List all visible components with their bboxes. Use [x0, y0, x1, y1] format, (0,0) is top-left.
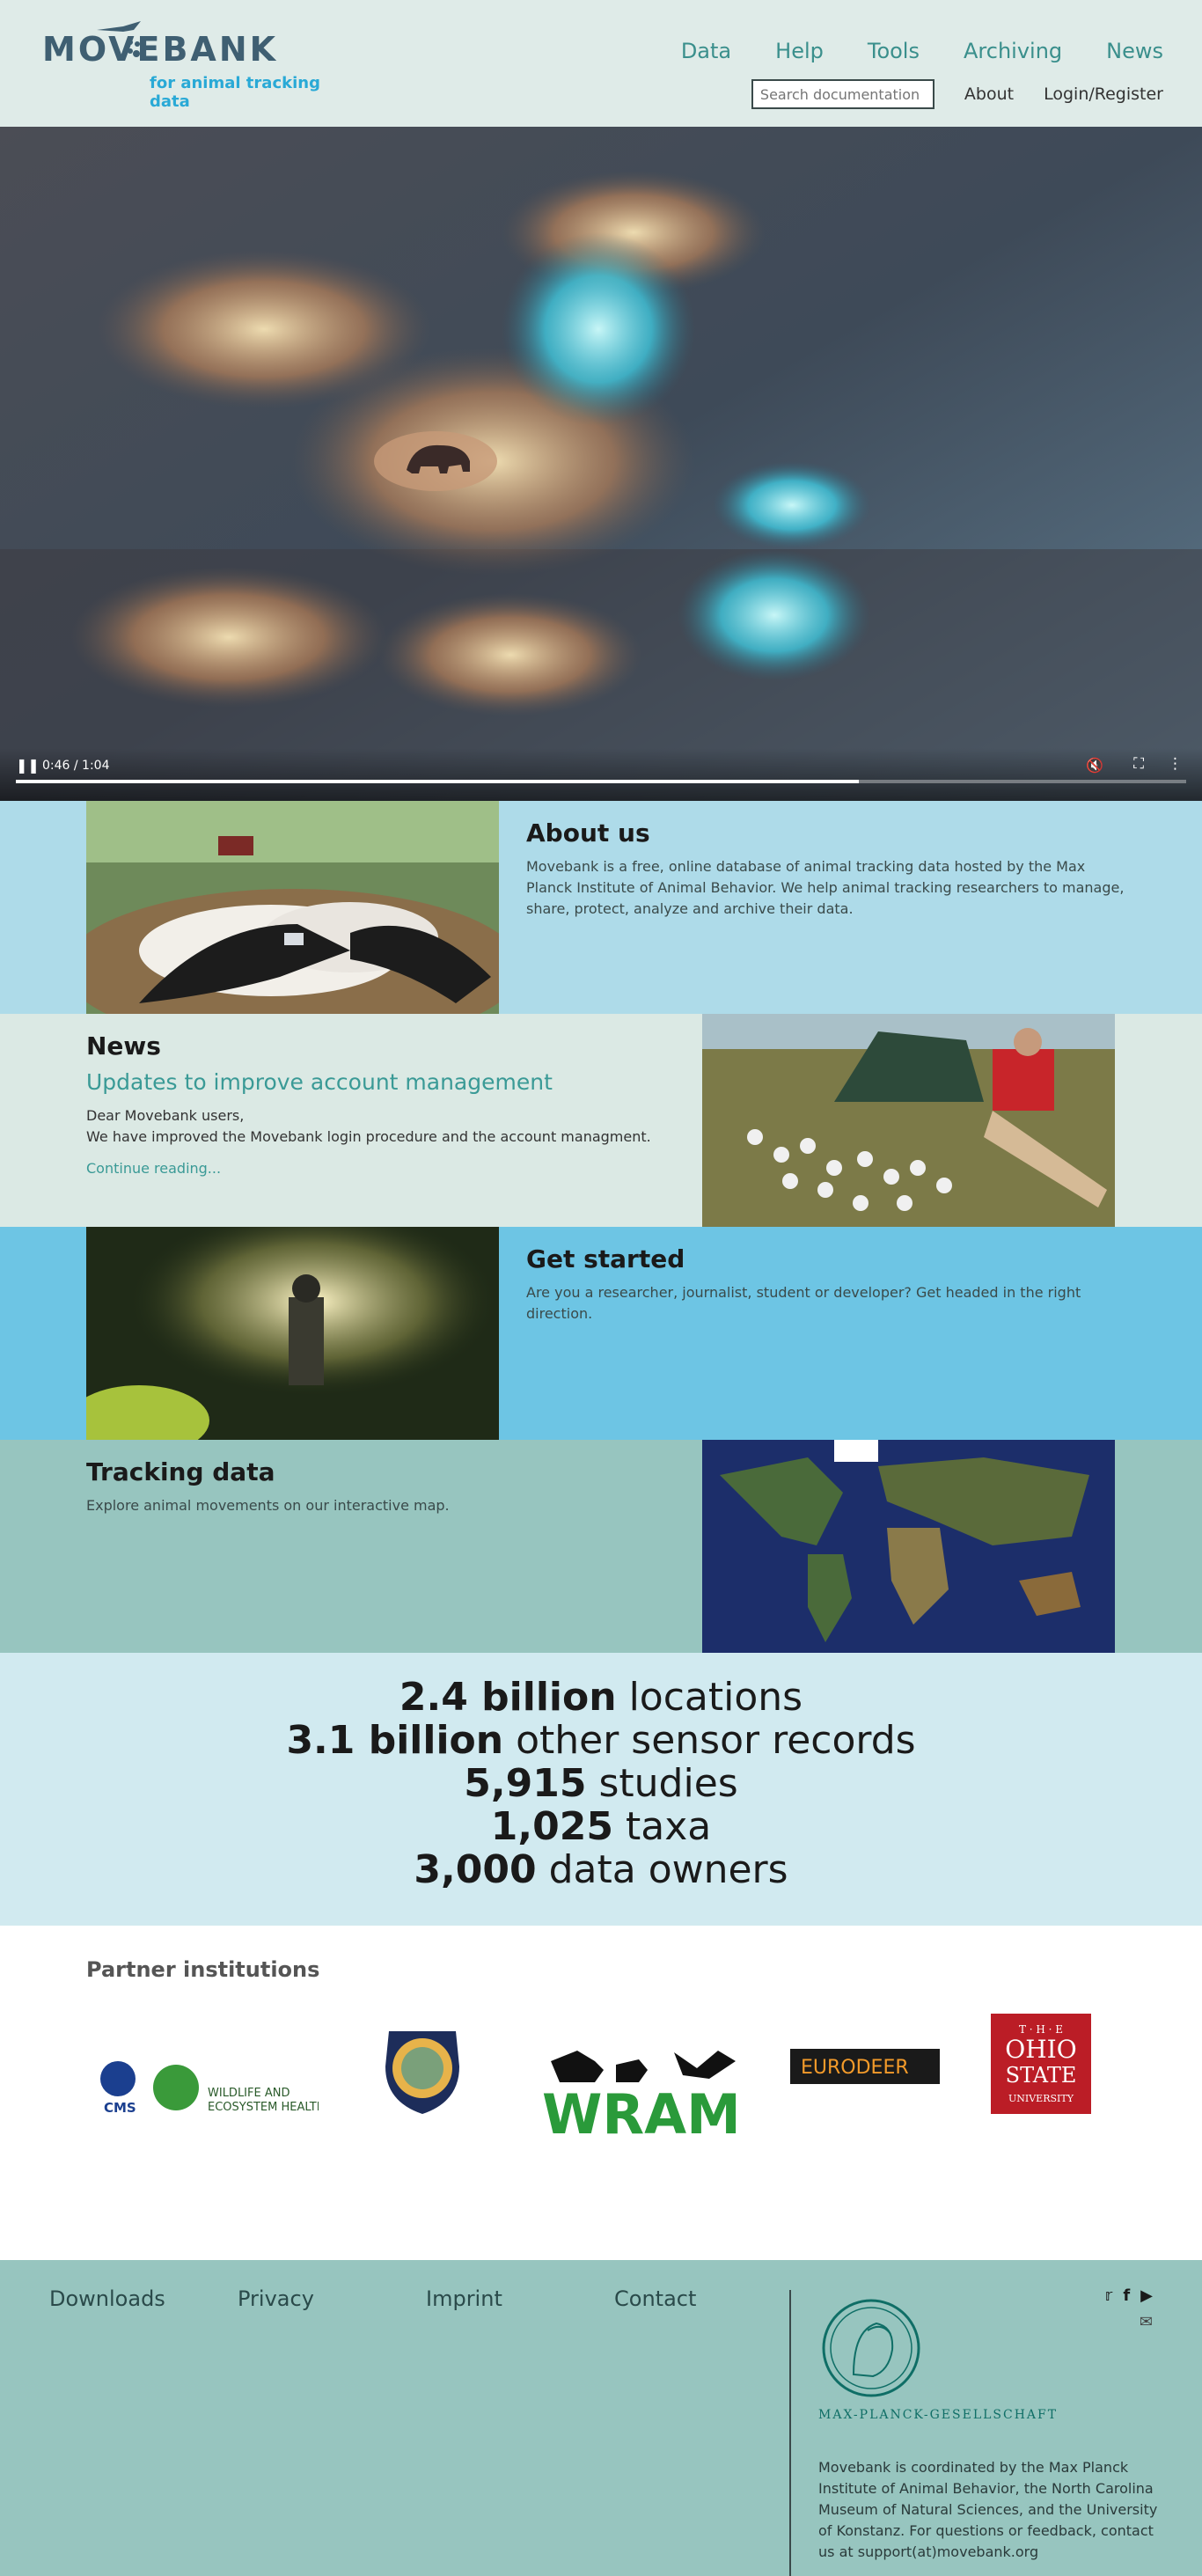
news-text: News Updates to improve account manageme…	[86, 1031, 667, 1177]
partner-ohio-state-logo[interactable]: T · H · E OHIO STATE UNIVERSITY	[991, 2014, 1091, 2117]
nav-login[interactable]: Login/Register	[1044, 84, 1163, 104]
partner-cms-logo[interactable]: CMS WILDLIFE AND ECOSYSTEM HEALTH	[99, 2058, 326, 2123]
site-footer: Downloads Privacy Imprint Contact 𝕣 f ▶ …	[0, 2260, 1202, 2576]
nav-archiving[interactable]: Archiving	[964, 39, 1062, 63]
get-started-section: Get started Are you a researcher, journa…	[0, 1227, 1202, 1440]
field-researcher-image[interactable]	[702, 1014, 1115, 1227]
tracking-text: Tracking data Explore animal movements o…	[86, 1457, 667, 1516]
about-text: About us Movebank is a free, online data…	[526, 818, 1125, 920]
about-title: About us	[526, 818, 650, 848]
eurodeer-logo-graphic: EURODEER	[790, 2049, 940, 2084]
footer-privacy-link[interactable]: Privacy	[238, 2286, 426, 2311]
video-controls: ❚❚ 0:46 / 1:04 🔇 ⛶ ⋮	[0, 748, 1202, 801]
movebank-logo[interactable]: MOVEBANK for animal tracking data	[42, 16, 359, 111]
video-time: 0:46 / 1:04	[42, 759, 110, 773]
video-progress-fill	[16, 780, 859, 783]
svg-text:UNIVERSITY: UNIVERSITY	[1008, 2093, 1074, 2104]
main-nav: Data Help Tools Archiving News	[637, 39, 1163, 63]
wram-logo-graphic: WRAM	[542, 2051, 741, 2147]
video-progress-bar[interactable]	[16, 780, 1186, 783]
nav-news[interactable]: News	[1106, 39, 1163, 63]
footer-divider	[789, 2290, 791, 2576]
nav-tools[interactable]: Tools	[868, 39, 920, 63]
storks-image[interactable]	[86, 801, 499, 1014]
forest-photo	[86, 1227, 499, 1440]
ohio-state-logo-graphic: T · H · E OHIO STATE UNIVERSITY	[991, 2014, 1091, 2114]
nav-about[interactable]: About	[964, 84, 1014, 104]
about-description: Movebank is a free, online database of a…	[526, 858, 1125, 917]
svg-text:CMS: CMS	[104, 2100, 136, 2116]
get-started-text: Get started Are you a researcher, journa…	[526, 1244, 1125, 1325]
world-map-image[interactable]	[702, 1440, 1115, 1653]
svg-text:WILDLIFE AND: WILDLIFE AND	[208, 2087, 290, 2100]
mail-icon[interactable]: ✉	[1140, 2313, 1153, 2331]
facebook-icon[interactable]: f	[1123, 2286, 1130, 2305]
tracking-title[interactable]: Tracking data	[86, 1457, 667, 1486]
world-map	[702, 1440, 1115, 1653]
get-started-title[interactable]: Get started	[526, 1244, 1125, 1273]
news-headline[interactable]: Updates to improve account management	[86, 1069, 667, 1095]
nav-data[interactable]: Data	[681, 39, 731, 63]
more-options-icon[interactable]: ⋮	[1168, 755, 1183, 773]
stat-studies: 5,915 studies	[464, 1761, 738, 1806]
hero-video[interactable]: ❚❚ 0:46 / 1:04 🔇 ⛶ ⋮	[0, 127, 1202, 801]
footer-downloads-link[interactable]: Downloads	[49, 2286, 238, 2311]
max-planck-wordmark: MAX-PLANCK-GESELLSCHAFT	[818, 2408, 1059, 2422]
news-title: News	[86, 1031, 161, 1060]
partner-badge-logo[interactable]	[380, 2022, 465, 2119]
video-frame	[0, 127, 1202, 801]
nav-help[interactable]: Help	[775, 39, 824, 63]
mute-icon[interactable]: 🔇	[1086, 757, 1103, 774]
news-section: News Updates to improve account manageme…	[0, 1014, 1202, 1227]
stats-section: 2.4 billion locations 3.1 billion other …	[0, 1653, 1202, 1926]
svg-text:STATE: STATE	[1006, 2063, 1077, 2088]
forest-image[interactable]	[86, 1227, 499, 1440]
logo-wordmark: MOVEBANK	[42, 30, 279, 69]
twitter-icon[interactable]: 𝕣	[1105, 2286, 1113, 2305]
footer-imprint-link[interactable]: Imprint	[426, 2286, 614, 2311]
svg-text:EURODEER: EURODEER	[801, 2057, 909, 2079]
max-planck-logo[interactable]	[818, 2295, 924, 2404]
svg-text:T · H · E: T · H · E	[1019, 2023, 1063, 2036]
stat-locations: 2.4 billion locations	[399, 1675, 803, 1720]
news-line-1: Dear Movebank users,	[86, 1107, 245, 1124]
youtube-icon[interactable]: ▶	[1140, 2286, 1153, 2305]
partner-wram-logo[interactable]: WRAM	[542, 2044, 750, 2147]
sub-nav: About Login/Register	[751, 79, 1163, 109]
footer-contact-link[interactable]: Contact	[614, 2286, 803, 2311]
logo-tagline: for animal tracking data	[150, 74, 320, 111]
minerva-emblem	[822, 2299, 920, 2397]
stat-taxa: 1,025 taxa	[490, 1804, 712, 1849]
pause-icon[interactable]: ❚❚	[16, 757, 40, 774]
tracking-data-section: Tracking data Explore animal movements o…	[0, 1440, 1202, 1653]
footer-about-text: Movebank is coordinated by the Max Planc…	[818, 2459, 1158, 2560]
svg-text:ECOSYSTEM HEALTH: ECOSYSTEM HEALTH	[208, 2101, 319, 2114]
stat-data-owners: 3,000 data owners	[414, 1847, 788, 1892]
footer-links: Downloads Privacy Imprint Contact	[49, 2286, 803, 2311]
get-started-description: Are you a researcher, journalist, studen…	[526, 1284, 1081, 1322]
cms-logo-graphic: CMS WILDLIFE AND ECOSYSTEM HEALTH	[100, 2061, 326, 2116]
continue-reading-link[interactable]: Continue reading...	[86, 1160, 221, 1177]
about-section: About us Movebank is a free, online data…	[0, 801, 1202, 1014]
news-line-2: We have improved the Movebank login proc…	[86, 1128, 651, 1145]
fullscreen-icon[interactable]: ⛶	[1133, 755, 1144, 773]
partners-section: Partner institutions CMS WILDLIFE AND EC…	[0, 1926, 1202, 2260]
stat-sensor-records: 3.1 billion other sensor records	[286, 1718, 916, 1763]
svg-text:WRAM: WRAM	[542, 2082, 741, 2140]
svg-text:OHIO: OHIO	[1005, 2035, 1076, 2064]
social-links: 𝕣 f ▶	[1105, 2286, 1153, 2305]
site-header: MOVEBANK for animal tracking data Data H…	[0, 0, 1202, 127]
storks-photo	[86, 801, 499, 1014]
partner-eurodeer-logo[interactable]: EURODEER	[790, 2049, 940, 2088]
search-input[interactable]	[751, 79, 934, 109]
badge-logo-graphic	[385, 2031, 459, 2114]
tracking-description: Explore animal movements on our interact…	[86, 1497, 450, 1514]
partners-title: Partner institutions	[86, 1957, 320, 1982]
field-photo	[702, 1014, 1115, 1227]
